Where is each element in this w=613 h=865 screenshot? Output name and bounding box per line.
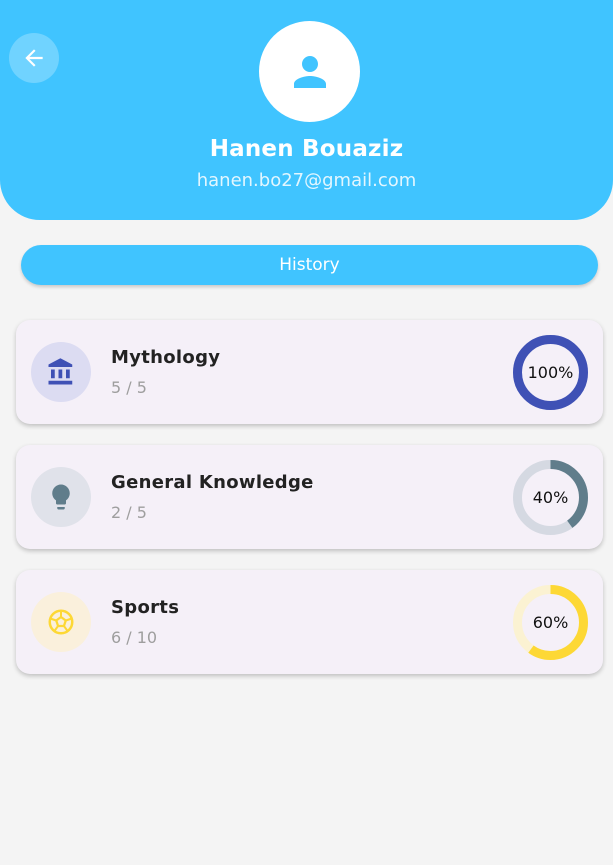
category-score: 2 / 5 [111,503,147,522]
person-icon [293,55,326,88]
profile-page: Hanen Bouaziz hanen.bo27@gmail.com Histo… [0,0,613,865]
category-title: Sports [111,597,180,618]
progress-percent: 40% [532,488,569,507]
bank-icon [48,358,73,385]
progress-ring: 100% [513,335,588,410]
category-title: General Knowledge [111,472,314,493]
progress-percent: 100% [527,363,574,382]
history-card-mythology[interactable]: Mythology 5 / 5 100% [16,320,603,424]
category-title: Mythology [111,347,221,368]
user-name: Hanen Bouaziz [209,136,404,162]
profile-header: Hanen Bouaziz hanen.bo27@gmail.com [0,0,613,220]
progress-percent: 60% [532,613,569,632]
history-button[interactable]: History [21,245,598,285]
arrow-left-icon [25,49,43,67]
soccer-ball-icon [48,609,74,635]
category-score: 6 / 10 [111,628,158,647]
progress-ring: 40% [513,460,588,535]
back-button[interactable] [9,33,59,83]
history-card-general-knowledge[interactable]: General Knowledge 2 / 5 40% [16,445,603,549]
avatar [259,21,360,122]
progress-ring: 60% [513,585,588,660]
category-score: 5 / 5 [111,378,147,397]
category-icon-container [31,342,91,402]
user-email: hanen.bo27@gmail.com [196,170,417,191]
lightbulb-icon [52,484,70,510]
category-icon-container [31,467,91,527]
category-icon-container [31,592,91,652]
history-card-sports[interactable]: Sports 6 / 10 60% [16,570,603,674]
